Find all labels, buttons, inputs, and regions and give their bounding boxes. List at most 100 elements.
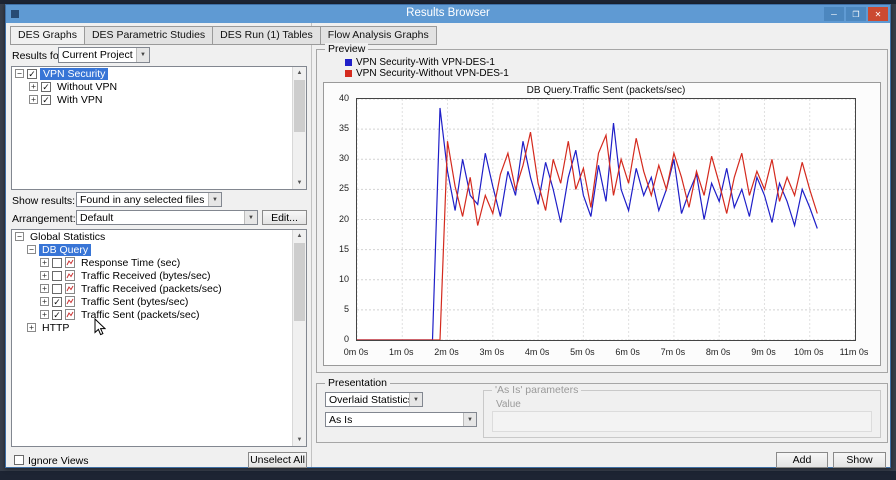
legend-label: VPN Security-Without VPN-DES-1 <box>356 68 509 79</box>
expand-icon[interactable]: + <box>40 310 49 319</box>
collapse-icon[interactable]: − <box>27 245 36 254</box>
project-tree[interactable]: − ✓ VPN Security + ✓ Without VPN + ✓ Wit… <box>11 66 307 190</box>
tree-item-http[interactable]: + HTTP <box>12 321 306 334</box>
expand-icon[interactable]: + <box>29 82 38 91</box>
edit-button[interactable]: Edit... <box>262 210 307 225</box>
y-tick-label: 30 <box>338 153 349 164</box>
tab-des-run-tables[interactable]: DES Run (1) Tables <box>212 26 320 45</box>
checkbox-unchecked[interactable] <box>52 270 62 281</box>
close-button[interactable]: ✕ <box>868 7 888 21</box>
collapse-icon[interactable]: − <box>15 232 24 241</box>
x-axis-labels: 0m 0s 1m 0s 2m 0s 3m 0s 4m 0s 5m 0s 6m 0s 7m 0s… <box>344 347 869 359</box>
checkbox-unchecked[interactable] <box>52 283 62 294</box>
chart-plot-area <box>356 98 856 341</box>
expand-icon[interactable]: + <box>40 297 49 306</box>
scroll-up-icon[interactable]: ▲ <box>293 67 306 79</box>
arrangement-dropdown[interactable]: Default ▼ <box>76 210 258 225</box>
checkbox-checked[interactable]: ✓ <box>41 81 51 92</box>
checkbox-checked[interactable]: ✓ <box>41 94 51 105</box>
show-button[interactable]: Show <box>833 452 886 468</box>
titlebar[interactable]: Results Browser ─ ❐ ✕ <box>6 5 890 23</box>
legend-swatch-blue <box>345 59 352 66</box>
expand-icon[interactable]: + <box>40 258 49 267</box>
tree-item-traffic-received-bytes[interactable]: + Traffic Received (bytes/sec) <box>12 269 306 282</box>
scroll-up-icon[interactable]: ▲ <box>293 230 306 242</box>
presentation-group: Presentation Overlaid Statistics ▼ As Is… <box>316 377 888 443</box>
presentation-group-label: Presentation <box>325 377 390 389</box>
statistics-tree[interactable]: − Global Statistics − DB Query + Respons… <box>11 229 307 447</box>
tree-item-traffic-sent-bytes[interactable]: + ✓ Traffic Sent (bytes/sec) <box>12 295 306 308</box>
chevron-down-icon[interactable]: ▼ <box>136 48 149 62</box>
maximize-button[interactable]: ❐ <box>846 7 866 21</box>
statistic-icon <box>65 296 75 307</box>
chevron-down-icon[interactable]: ▼ <box>409 393 422 406</box>
legend-item: VPN Security-Without VPN-DES-1 <box>345 68 509 79</box>
legend-label: VPN Security-With VPN-DES-1 <box>356 57 495 68</box>
panel-divider <box>311 23 312 467</box>
checkbox-checked[interactable]: ✓ <box>27 68 37 79</box>
add-button[interactable]: Add <box>776 452 828 468</box>
checkbox-checked[interactable]: ✓ <box>52 296 62 307</box>
x-tick-label: 11m 0s <box>839 347 869 357</box>
x-tick-label: 3m 0s <box>479 347 505 357</box>
expand-icon[interactable]: + <box>29 95 38 104</box>
expand-icon[interactable]: + <box>40 271 49 280</box>
tree-item-global-statistics[interactable]: − Global Statistics <box>12 230 306 243</box>
statistic-icon <box>65 257 75 268</box>
tab-bar: DES Graphs DES Parametric Studies DES Ru… <box>10 26 437 45</box>
show-results-label: Show results: <box>12 195 76 207</box>
ignore-views-checkbox[interactable] <box>14 455 24 465</box>
chevron-down-icon[interactable]: ▼ <box>244 211 257 224</box>
preview-group-label: Preview <box>325 43 369 55</box>
chevron-down-icon[interactable]: ▼ <box>208 193 221 206</box>
collapse-icon[interactable]: − <box>15 69 24 78</box>
tree-item-traffic-sent-packets[interactable]: + ✓ Traffic Sent (packets/sec) <box>12 308 306 321</box>
x-tick-label: 4m 0s <box>524 347 550 357</box>
value-column-label: Value <box>496 399 521 410</box>
scrollbar-thumb[interactable] <box>294 80 305 132</box>
x-tick-label: 6m 0s <box>615 347 640 357</box>
minimize-button[interactable]: ─ <box>824 7 844 21</box>
checkbox-unchecked[interactable] <box>52 257 62 268</box>
tree-item-with-vpn[interactable]: + ✓ With VPN <box>12 93 306 106</box>
expand-icon[interactable]: + <box>40 284 49 293</box>
results-browser-window: Results Browser ─ ❐ ✕ DES Graphs DES Par… <box>5 4 891 468</box>
statistics-tree-scrollbar[interactable]: ▲ ▼ <box>292 230 306 446</box>
scroll-down-icon[interactable]: ▼ <box>293 434 306 446</box>
y-axis-labels: 0 5 10 15 20 25 30 35 40 <box>324 93 353 344</box>
ignore-views-label: Ignore Views <box>28 455 89 467</box>
tree-item-response-time[interactable]: + Response Time (sec) <box>12 256 306 269</box>
tree-item-db-query[interactable]: − DB Query <box>12 243 306 256</box>
legend-swatch-red <box>345 70 352 77</box>
window-title: Results Browser <box>406 7 490 19</box>
chart-lines <box>357 99 855 340</box>
x-tick-label: 7m 0s <box>660 347 686 357</box>
x-tick-label: 2m 0s <box>434 347 459 357</box>
y-tick-label: 0 <box>343 334 349 344</box>
x-tick-label: 5m 0s <box>570 347 595 357</box>
chevron-down-icon[interactable]: ▼ <box>463 413 476 426</box>
desktop-bottom-strip <box>0 471 896 480</box>
tree-item-vpn-security[interactable]: − ✓ VPN Security <box>12 67 306 80</box>
tab-des-graphs[interactable]: DES Graphs <box>10 26 84 45</box>
scroll-down-icon[interactable]: ▼ <box>293 177 306 189</box>
tree-item-without-vpn[interactable]: + ✓ Without VPN <box>12 80 306 93</box>
project-tree-scrollbar[interactable]: ▲ ▼ <box>292 67 306 189</box>
presentation-mode-dropdown[interactable]: As Is ▼ <box>325 412 477 427</box>
checkbox-checked[interactable]: ✓ <box>52 309 62 320</box>
unselect-all-button[interactable]: Unselect All <box>248 452 307 468</box>
x-tick-label: 10m 0s <box>793 347 824 357</box>
expand-icon[interactable]: + <box>27 323 36 332</box>
presentation-style-dropdown[interactable]: Overlaid Statistics ▼ <box>325 392 423 407</box>
y-tick-label: 40 <box>338 93 349 103</box>
show-results-dropdown[interactable]: Found in any selected files ▼ <box>76 192 222 207</box>
as-is-parameters-group: 'As Is' parameters Value <box>483 384 881 438</box>
scrollbar-thumb[interactable] <box>294 243 305 321</box>
tab-des-parametric-studies[interactable]: DES Parametric Studies <box>83 26 213 45</box>
tree-item-traffic-received-packets[interactable]: + Traffic Received (packets/sec) <box>12 282 306 295</box>
statistic-icon <box>65 270 75 281</box>
results-for-dropdown[interactable]: Current Project ▼ <box>58 47 150 63</box>
as-is-parameters-label: 'As Is' parameters <box>492 384 582 396</box>
x-tick-label: 1m 0s <box>389 347 414 357</box>
y-tick-label: 10 <box>338 273 349 284</box>
